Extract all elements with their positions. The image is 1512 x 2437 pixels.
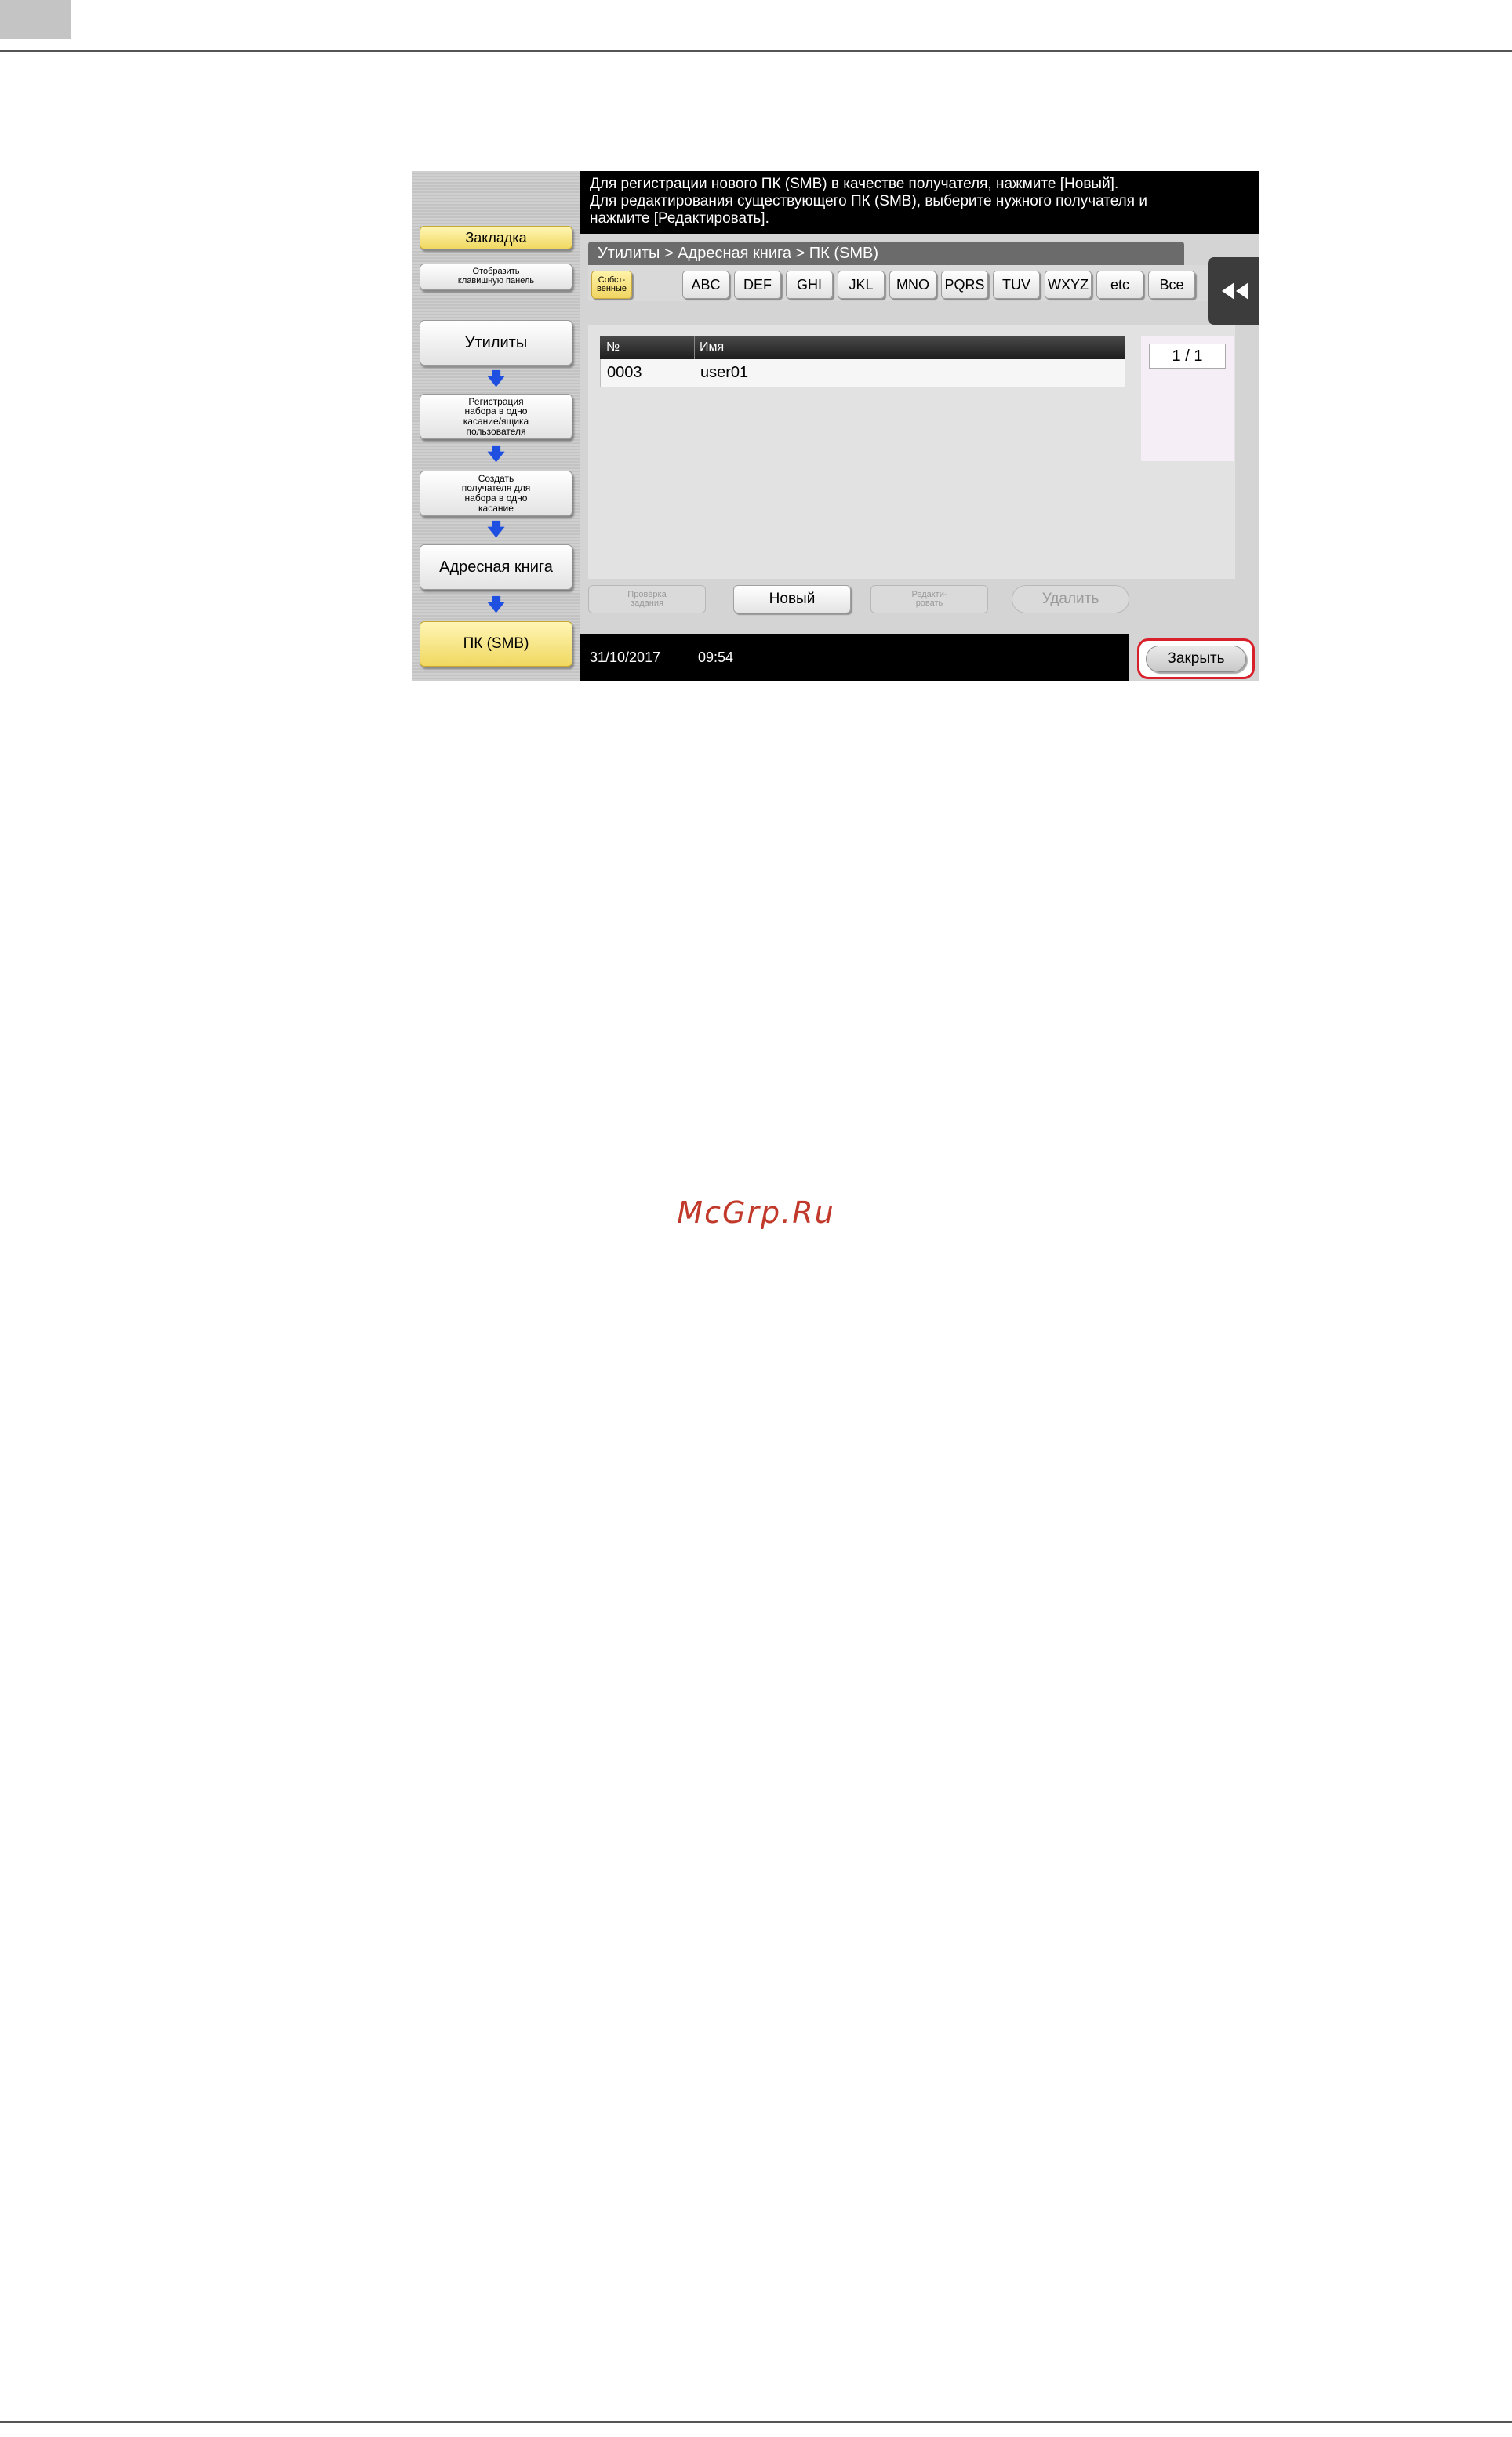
edit-button[interactable]: Редакти- ровать <box>870 585 988 613</box>
row-name: user01 <box>700 364 749 381</box>
instruction-line: Для редактирования существующего ПК (SMB… <box>590 193 1147 209</box>
new-button[interactable]: Новый <box>733 585 851 613</box>
double-left-arrow-icon <box>1222 282 1248 300</box>
status-date: 31/10/2017 <box>590 649 661 665</box>
destination-list-area: № Имя 0003 user01 1 / 1 <box>588 325 1235 579</box>
page-corner-marker <box>0 0 71 39</box>
tab-mno[interactable]: MNO <box>889 271 936 299</box>
table-row[interactable]: 0003 user01 <box>600 359 1125 387</box>
status-bar: 31/10/2017 09:54 <box>580 634 1129 681</box>
check-job-label: Провéрка задания <box>627 591 666 608</box>
label-line: ровать <box>915 598 943 608</box>
close-highlight-ring: Закрыть <box>1137 638 1255 679</box>
sidebar-item-label: Адресная книга <box>439 558 553 576</box>
instruction-line: нажмите [Редактировать]. <box>590 210 769 227</box>
sidebar-item-address-book[interactable]: Адресная книга <box>420 544 572 590</box>
tab-own[interactable]: Собст- венные <box>591 271 632 299</box>
sidebar-item-label: Создать получателя для набора в одно кас… <box>462 474 531 513</box>
edit-label: Редакти- ровать <box>911 591 947 608</box>
watermark: McGrp.Ru <box>677 1195 835 1230</box>
sidebar-item-one-touch-user-box[interactable]: Регистрация набора в одно касание/ящика … <box>420 394 572 439</box>
sidebar-item-label: ПК (SMB) <box>463 635 529 653</box>
breadcrumb: Утилиты > Адресная книга > ПК (SMB) <box>588 242 1184 265</box>
control-panel-screenshot: Закладка Отобразить клавишную панель Ути… <box>412 171 1259 681</box>
close-button[interactable]: Закрыть <box>1146 646 1246 672</box>
arrow-down-icon: 🡇 <box>487 595 505 614</box>
column-header-number: № <box>606 340 620 354</box>
tab-abc[interactable]: ABC <box>682 271 729 299</box>
footer-rule <box>0 2421 1512 2423</box>
collapse-panel-button[interactable] <box>1208 257 1259 325</box>
delete-button[interactable]: Удалить <box>1012 585 1129 613</box>
arrow-down-icon: 🡇 <box>487 519 505 539</box>
arrow-down-icon: 🡇 <box>487 444 505 464</box>
sidebar-item-create-one-touch-destination[interactable]: Создать получателя для набора в одно кас… <box>420 471 572 516</box>
tab-own-label: Собст- венные <box>597 276 627 293</box>
label-line: венные <box>596 284 627 293</box>
navigation-sidebar: Закладка Отобразить клавишную панель Ути… <box>412 171 580 681</box>
instruction-message: Для регистрации нового ПК (SMB) в качест… <box>580 171 1259 234</box>
pager-panel: 1 / 1 <box>1141 336 1234 461</box>
main-area: Для регистрации нового ПК (SMB) в качест… <box>580 171 1259 681</box>
tab-ghi[interactable]: GHI <box>786 271 833 299</box>
sidebar-item-label: Утилиты <box>464 333 528 351</box>
table-header: № Имя <box>600 336 1125 359</box>
check-job-button[interactable]: Провéрка задания <box>588 585 706 613</box>
bookmark-label: Закладка <box>465 229 527 246</box>
column-header-name: Имя <box>700 340 725 354</box>
header-rule <box>0 50 1512 52</box>
keyboard-panel-label-line1: Отобразить <box>472 267 520 277</box>
keyboard-panel-label: Отобразить клавишную панель <box>458 267 534 286</box>
tab-jkl[interactable]: JKL <box>838 271 885 299</box>
tab-pqrs[interactable]: PQRS <box>941 271 988 299</box>
arrow-down-icon: 🡇 <box>487 369 505 388</box>
label-line: задания <box>631 598 663 608</box>
tab-wxyz[interactable]: WXYZ <box>1045 271 1092 299</box>
bookmark-button[interactable]: Закладка <box>420 226 572 249</box>
row-number: 0003 <box>607 364 642 381</box>
column-divider <box>694 336 695 359</box>
index-filter-row: Собст- венные ABC DEF GHI JKL MNO PQRS T… <box>588 265 1208 301</box>
sidebar-item-utilities[interactable]: Утилиты <box>420 320 572 366</box>
destination-table: № Имя 0003 user01 <box>600 336 1125 387</box>
page-indicator: 1 / 1 <box>1149 344 1226 369</box>
tab-etc[interactable]: etc <box>1096 271 1143 299</box>
instruction-line: Для регистрации нового ПК (SMB) в качест… <box>590 176 1119 192</box>
label-line: касание <box>478 502 514 514</box>
sidebar-item-pc-smb[interactable]: ПК (SMB) <box>420 621 572 667</box>
label-line: пользователя <box>466 425 526 437</box>
tab-tuv[interactable]: TUV <box>993 271 1040 299</box>
tab-def[interactable]: DEF <box>734 271 781 299</box>
tab-all[interactable]: Все <box>1148 271 1195 299</box>
keyboard-panel-label-line2: клавишную панель <box>457 276 535 286</box>
close-area: Закрыть <box>1129 634 1259 681</box>
show-keyboard-panel-button[interactable]: Отобразить клавишную панель <box>420 264 572 290</box>
sidebar-item-label: Регистрация набора в одно касание/ящика … <box>463 397 529 436</box>
status-time: 09:54 <box>698 649 734 665</box>
